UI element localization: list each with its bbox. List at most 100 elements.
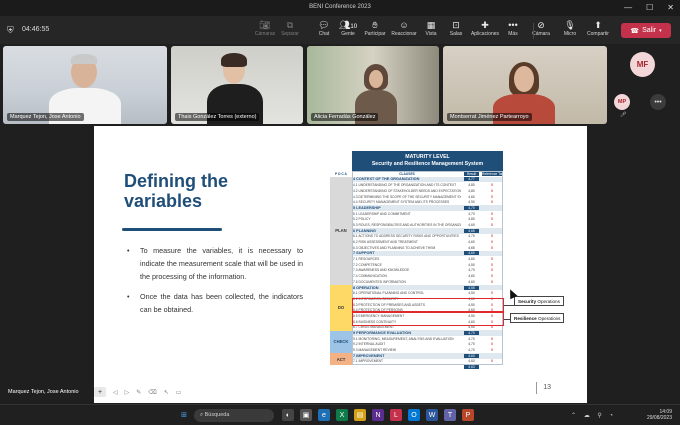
outlook-icon[interactable]: O [408, 409, 420, 421]
camera-off-icon: ⊘ [537, 20, 545, 30]
edge-icon[interactable]: e [318, 409, 330, 421]
chevron-down-icon[interactable]: ▾ [659, 28, 662, 34]
table-cell: 7.4 COMMUNICATION [353, 274, 387, 279]
table-cell: 4,60 [468, 274, 475, 279]
participant-tile[interactable]: Thais González Torres (externo) [171, 46, 303, 124]
table-cell: 9.1 MONITORING, MEASUREMENT, ANALYSIS AN… [353, 336, 454, 341]
people-icon: 👥︎10 [338, 20, 358, 30]
toolbar-raise-hand-button[interactable]: ✋︎ Participar [360, 19, 390, 37]
table-cell: 7 SUPPORT [353, 251, 375, 256]
toolbar-item-label: Cámara [532, 31, 550, 37]
bullet-item: Once the data has been collected, the in… [127, 290, 303, 316]
toolbar-apps-button[interactable]: ✚ Aplicaciones [470, 19, 500, 37]
table-cell: 4,60 [468, 222, 475, 227]
powerpoint-icon[interactable]: P [462, 409, 474, 421]
apps-icon: ✚ [481, 20, 489, 30]
bullet-list: To measure the variables, it is necessar… [127, 244, 303, 322]
table-cell: 5 [491, 245, 493, 250]
table-cell: 5 [491, 217, 493, 222]
callout-text: Operations [536, 316, 561, 321]
toolbar-item-label: Gente [341, 31, 355, 37]
toolbar-smile-button[interactable]: ☺ Reaccionar [389, 19, 419, 37]
pointer-icon[interactable]: ↖ [164, 389, 169, 396]
participant-tile[interactable]: Marquez Tejon, Jose Antonio [3, 46, 167, 124]
teams-icon[interactable]: T [444, 409, 456, 421]
highlight-resilience-box [352, 312, 504, 326]
table-cell: 4,60 [468, 279, 475, 284]
toolbar-item-label: Micro [563, 31, 577, 37]
pdca-phase-cell: ACT [330, 353, 352, 365]
table-cell: 5 [491, 348, 493, 353]
taskbar-search[interactable]: ⌕ Búsqueda [194, 409, 274, 422]
table-header-cell: P D C A [335, 171, 347, 176]
participant-name: Marquez Tejon, Jose Antonio [7, 113, 84, 121]
file-explorer-icon[interactable]: ▤ [354, 409, 366, 421]
clock[interactable]: 14:09 29/08/2023 [647, 409, 672, 421]
table-cell: 4,55 [464, 285, 479, 290]
onenote-icon[interactable]: N [372, 409, 384, 421]
table-cell: 5 [491, 240, 493, 245]
smile-icon: ☺ [399, 20, 409, 30]
table-cell: 4,50 [468, 262, 475, 267]
table-cell: 6 PLANNING [353, 228, 376, 233]
toolbar-more-button[interactable]: ••• Más [498, 19, 528, 37]
table-cell: 4.4 SECURITY MANAGEMENT SYSTEM AND ITS P… [353, 200, 450, 205]
presenter-name: Marquez Tejon, Jose Antonio [8, 389, 79, 395]
table-cell: 4,70 [464, 205, 479, 210]
leave-button[interactable]: ☎ Salir ▾ [621, 23, 671, 38]
windows-start-icon[interactable]: ⊞ [178, 409, 190, 421]
excel-icon[interactable]: X [336, 409, 348, 421]
avatar[interactable]: MP [614, 94, 630, 110]
table-cell: 5.1 LEADERSHIP AND COMMITMENT [353, 211, 411, 216]
table-cell: 8.1 OPERATIONAL PLANNING AND CONTROL [353, 291, 425, 296]
word-icon[interactable]: W [426, 409, 438, 421]
table-cell: 5 [491, 188, 493, 193]
avatar[interactable]: MF [630, 52, 655, 77]
toolbar-breakout-rooms-button[interactable]: ⊡ Salas [441, 19, 471, 37]
table-cell: 5 [491, 268, 493, 273]
task-view-icon[interactable]: ▣ [300, 409, 312, 421]
table-cell: 5 [491, 262, 493, 267]
callout-bold: Security [518, 299, 537, 304]
table-cell: 5 [491, 336, 493, 341]
next-slide-icon[interactable]: ▷ [125, 389, 130, 396]
participant-tile[interactable]: Alicia Ferradás González [307, 46, 439, 124]
chat-app-icon[interactable]: ◐ [282, 409, 294, 421]
eraser-icon[interactable]: ⌫ [148, 389, 156, 396]
prev-slide-icon[interactable]: ◁ [113, 389, 118, 396]
system-tray[interactable]: ⌃ ☁ ⚲ ◔ [571, 412, 616, 419]
table-cell: 5 [491, 222, 493, 227]
toolbar-pop-out-button[interactable]: ⧉ Separar [275, 19, 305, 37]
table-cell: 4,60 [468, 194, 475, 199]
table-cell: 5 [491, 359, 493, 364]
close-icon[interactable]: ✕ [667, 3, 674, 12]
table-cell: 4,60 [468, 257, 475, 262]
table-cell: 4,70 [468, 342, 475, 347]
toolbar-divider [533, 23, 534, 39]
side-participants: MF MP 🎤︎ ••• [610, 46, 678, 124]
table-cell: 5 LEADERSHIP [353, 205, 381, 210]
table-cell: 5 [491, 211, 493, 216]
raise-hand-icon: ✋︎ [372, 20, 378, 30]
table-cell: 7 IMPROVEMENT [353, 353, 385, 358]
pen-icon[interactable]: ✎ [136, 389, 141, 396]
add-icon[interactable]: + [94, 387, 106, 397]
participant-tile[interactable]: Montserrat Jiménez Partearroyo [443, 46, 607, 124]
slide-navigation: + ◁ ▷ ✎ ⌫ ↖ ▭ [94, 387, 181, 397]
toolbar-share-screen-button[interactable]: ⬆ Compartir [583, 19, 613, 37]
table-cell: 7.5 DOCUMENTED INFORMATION [353, 279, 406, 284]
table-cell: 5 [491, 183, 493, 188]
maximize-icon[interactable]: ☐ [646, 3, 653, 12]
table-cell: 4,50 [468, 291, 475, 296]
table-cell: 4,60 [468, 359, 475, 364]
toolbar-item-label: Salas [449, 31, 463, 37]
toolbar-mic-off-button[interactable]: 🎙︎ Micro [555, 19, 585, 37]
app-icon[interactable]: L [390, 409, 402, 421]
minimize-icon[interactable]: — [624, 3, 632, 12]
toolbar-camera-off-button[interactable]: ⊘ Cámara [526, 19, 556, 37]
subtitles-icon[interactable]: ▭ [176, 389, 182, 396]
table-cell: 6.3 OBJECTIVES AND PLANNING TO ACHIEVE T… [353, 245, 436, 250]
phone-hangup-icon: ☎ [630, 27, 640, 35]
toolbar-people-button[interactable]: 👥︎10 Gente [333, 19, 363, 37]
more-icon[interactable]: ••• [650, 94, 666, 110]
